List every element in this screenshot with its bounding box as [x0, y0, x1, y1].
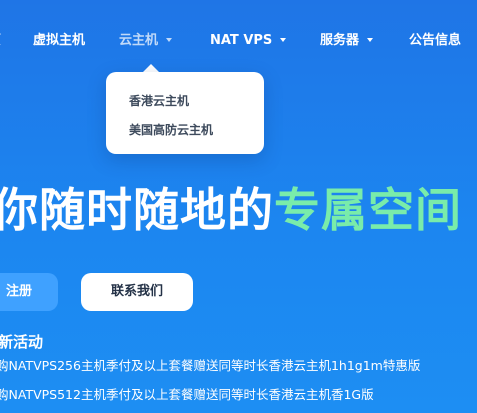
chevron-down-icon	[367, 38, 374, 42]
chevron-down-icon	[166, 38, 173, 42]
cloud-host-dropdown-menu: 香港云主机 美国高防云主机	[106, 72, 264, 154]
hero-title-main: 你随时随地的	[0, 183, 274, 237]
contact-us-button[interactable]: 联系我们	[81, 273, 193, 311]
promo-line: 购NATVPS512主机季付及以上套餐赠送同等时长香港云主机香1G版	[0, 387, 374, 402]
top-navigation: 页 虚拟主机 云主机 NAT VPS 服务器 公告信息	[0, 0, 477, 80]
nav-item-nat-vps-label: NAT VPS	[210, 33, 273, 48]
nav-item-servers-label: 服务器	[320, 33, 360, 48]
dropdown-item-us-ddos-cloud-host[interactable]: 美国高防云主机	[129, 121, 213, 138]
nav-item-servers[interactable]: 服务器	[320, 33, 374, 49]
nav-item-announcements[interactable]: 公告信息	[409, 33, 461, 49]
hero-title: 你随时随地的专属空间	[0, 180, 462, 240]
hero-title-accent: 专属空间	[274, 183, 462, 237]
promo-title: 新活动	[0, 333, 44, 351]
chevron-down-icon	[280, 38, 287, 42]
nav-item-cloud-host[interactable]: 云主机	[119, 33, 173, 49]
nav-item-home[interactable]: 页	[0, 33, 1, 49]
dropdown-caret	[143, 64, 159, 72]
nav-item-virtual-host[interactable]: 虚拟主机	[33, 33, 85, 49]
nav-item-cloud-host-label: 云主机	[119, 33, 159, 48]
promo-line: 购NATVPS256主机季付及以上套餐赠送同等时长香港云主机1h1g1m特惠版	[0, 358, 421, 373]
dropdown-item-hk-cloud-host[interactable]: 香港云主机	[129, 92, 189, 109]
register-button[interactable]: 注册	[0, 273, 58, 311]
nav-item-nat-vps[interactable]: NAT VPS	[210, 33, 287, 49]
